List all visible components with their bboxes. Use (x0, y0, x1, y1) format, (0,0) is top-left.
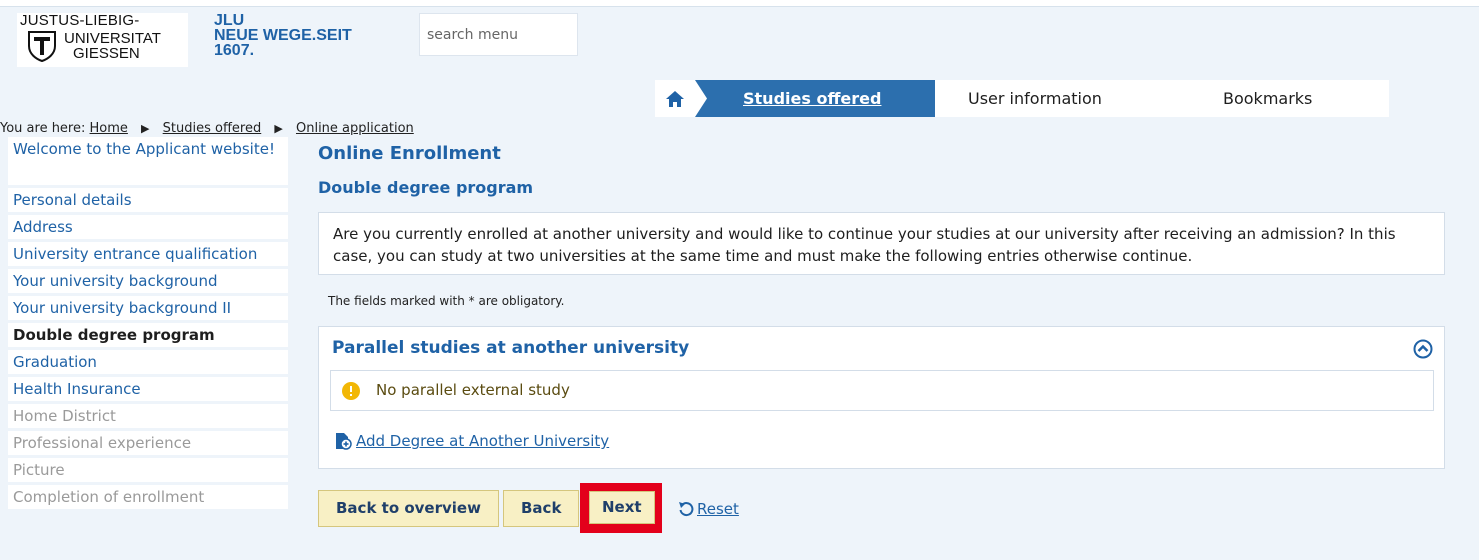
slogan-line-3: 1607. (214, 42, 255, 59)
reset-link[interactable]: Reset (678, 500, 739, 518)
page-subtitle: Double degree program (318, 178, 534, 197)
chevron-right-icon: ▶ (274, 122, 283, 135)
back-button[interactable]: Back (503, 490, 580, 527)
info-text: No parallel external study (376, 381, 570, 399)
reset-label: Reset (697, 500, 739, 518)
sidebar: Welcome to the Applicant website! Person… (8, 137, 288, 512)
sidebar-item-address[interactable]: Address (8, 215, 288, 239)
tab-bookmarks[interactable]: Bookmarks (1223, 89, 1312, 108)
slogan-line-2: NEUE WEGE.SEIT (214, 27, 352, 44)
crest-icon (28, 31, 56, 62)
top-navigation: Studies offered User information Bookmar… (655, 80, 1389, 117)
slogan: JLU NEUE WEGE.SEIT 1607. (214, 12, 352, 59)
breadcrumb: You are here: Home ▶ Studies offered ▶ O… (0, 121, 414, 136)
sidebar-item-picture: Picture (8, 458, 288, 482)
sidebar-item-personal-details[interactable]: Personal details (8, 188, 288, 212)
chevron-right-icon: ▶ (141, 122, 150, 135)
home-icon (666, 90, 684, 107)
add-degree-link[interactable]: Add Degree at Another University (334, 432, 609, 450)
tab-user-information[interactable]: User information (968, 89, 1102, 108)
add-degree-label: Add Degree at Another University (356, 432, 610, 450)
sidebar-item-home-district: Home District (8, 404, 288, 428)
sidebar-item-university-background-2[interactable]: Your university background II (8, 296, 288, 320)
next-button[interactable]: Next (589, 491, 655, 524)
sidebar-item-welcome[interactable]: Welcome to the Applicant website! (8, 137, 288, 185)
search-input[interactable]: search menu (419, 13, 578, 56)
info-message: No parallel external study (330, 370, 1434, 411)
logo-line-2: UNIVERSITAT (64, 30, 161, 47)
sidebar-item-graduation[interactable]: Graduation (8, 350, 288, 374)
panel-title: Parallel studies at another university (332, 338, 690, 358)
breadcrumb-home[interactable]: Home (90, 121, 128, 136)
slogan-line-1: JLU (214, 12, 245, 29)
university-logo[interactable]: JUSTUS-LIEBIG- UNIVERSITAT GIESSEN (17, 13, 188, 67)
logo-line-3: GIESSEN (73, 45, 140, 62)
sidebar-item-university-background[interactable]: Your university background (8, 269, 288, 293)
sidebar-item-completion: Completion of enrollment (8, 485, 288, 509)
breadcrumb-online-application[interactable]: Online application (296, 121, 414, 136)
tab-studies-offered[interactable]: Studies offered (695, 80, 935, 117)
info-icon (342, 382, 360, 400)
logo-line-1: JUSTUS-LIEBIG- (20, 12, 140, 29)
obligatory-note: The fields marked with * are obligatory. (328, 294, 565, 308)
home-button[interactable] (655, 80, 695, 117)
collapse-icon[interactable] (1413, 339, 1433, 359)
back-to-overview-button[interactable]: Back to overview (318, 490, 499, 527)
reset-icon (679, 502, 694, 517)
breadcrumb-prefix: You are here: (0, 121, 86, 136)
sidebar-item-double-degree: Double degree program (8, 323, 288, 347)
tab-studies-offered-label: Studies offered (743, 89, 882, 108)
sidebar-item-health-insurance[interactable]: Health Insurance (8, 377, 288, 401)
top-strip (0, 0, 1479, 7)
breadcrumb-studies-offered[interactable]: Studies offered (163, 121, 262, 136)
next-highlight: Next (580, 483, 662, 533)
page-title: Online Enrollment (318, 143, 501, 164)
parallel-studies-panel: Parallel studies at another university N… (318, 326, 1445, 469)
add-document-icon (336, 433, 352, 450)
sidebar-item-entrance-qualification[interactable]: University entrance qualification (8, 242, 288, 266)
sidebar-item-professional-experience: Professional experience (8, 431, 288, 455)
intro-text: Are you currently enrolled at another un… (318, 212, 1445, 275)
